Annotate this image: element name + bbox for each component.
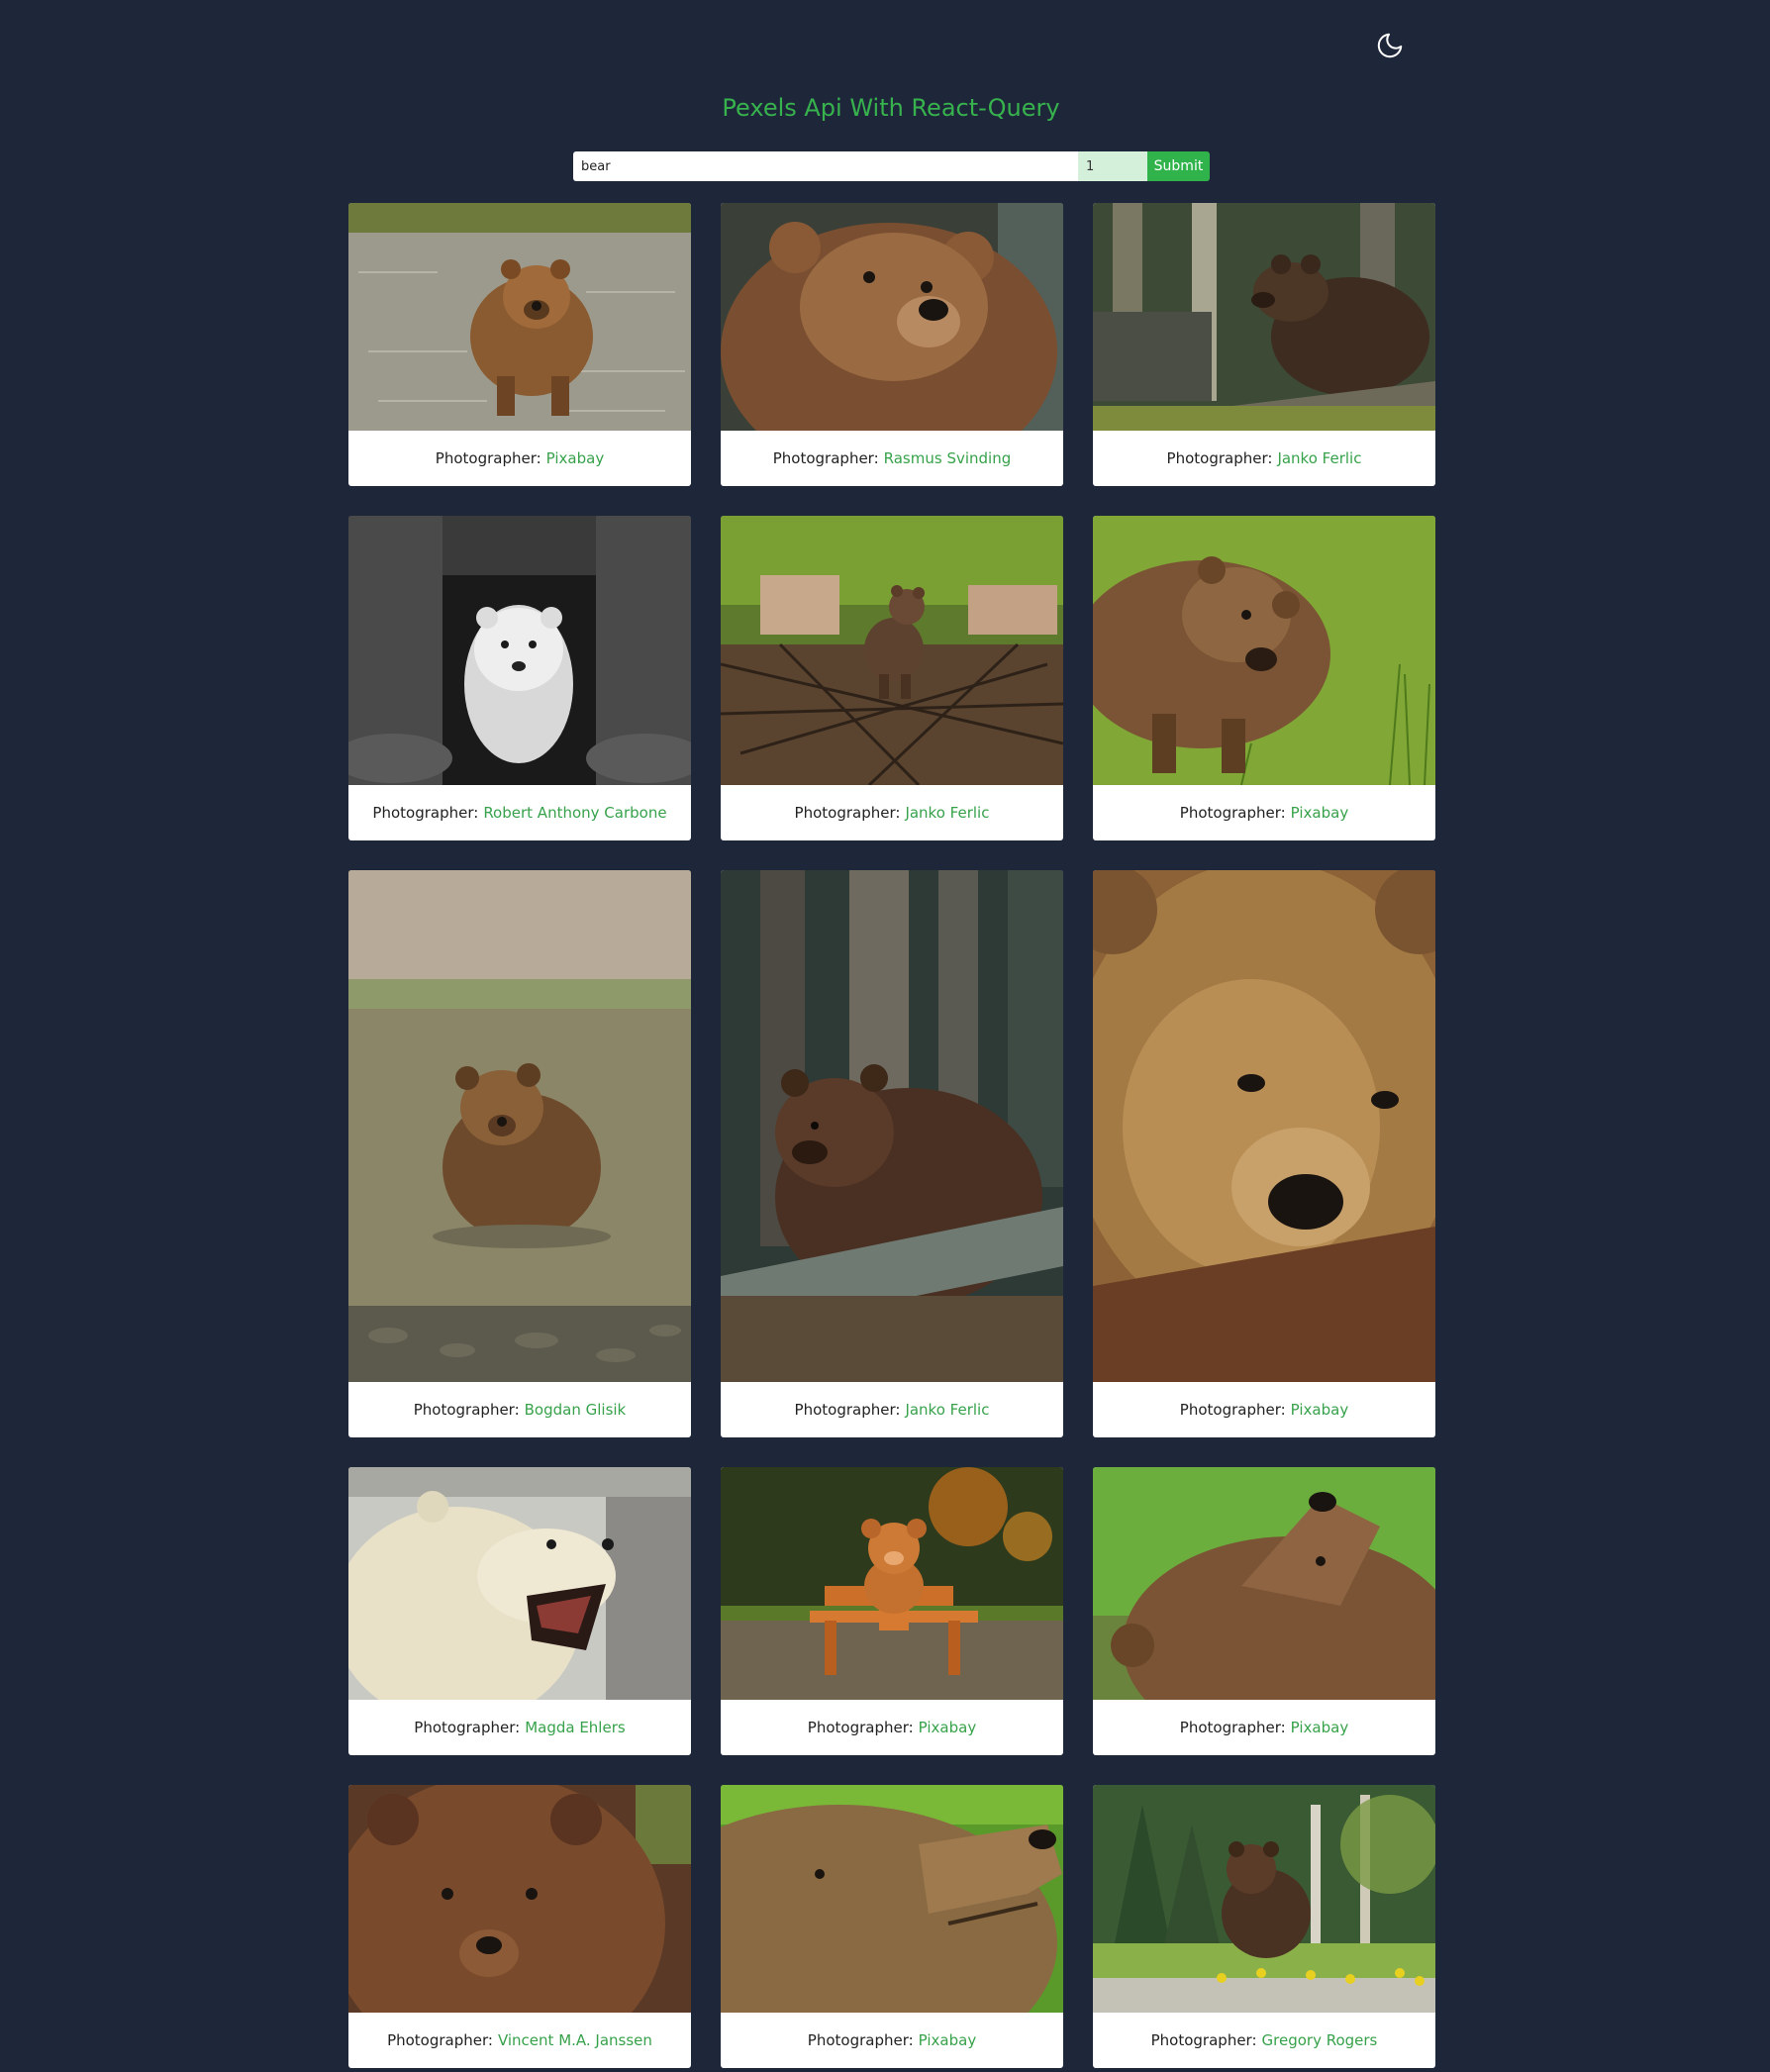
photographer-label: Photographer: <box>807 2031 914 2049</box>
photographer-label: Photographer: <box>1150 2031 1257 2049</box>
photographer-label: Photographer: <box>1179 804 1286 822</box>
gallery-column: Photographer: Janko Ferlic Photographer:… <box>1093 203 1435 2068</box>
bear-face-closeup-photo <box>1093 870 1435 1382</box>
photographer-label: Photographer: <box>1179 1401 1286 1419</box>
polar-cub-photo <box>348 516 691 785</box>
photographer-name[interactable]: Janko Ferlic <box>905 804 989 822</box>
photo-caption: Photographer: Pixabay <box>1093 785 1435 840</box>
photo-card[interactable]: Photographer: Vincent M.A. Janssen <box>348 1785 691 2068</box>
photo-caption: Photographer: Pixabay <box>1093 1382 1435 1437</box>
bear-cub-branches-photo <box>721 516 1063 785</box>
photo-caption: Photographer: Gregory Rogers <box>1093 2013 1435 2068</box>
bear-meadow-photo <box>1093 1467 1435 1700</box>
photo-card[interactable]: Photographer: Janko Ferlic <box>1093 203 1435 486</box>
moon-icon <box>1377 33 1403 58</box>
theme-toggle-button[interactable] <box>1375 31 1405 60</box>
photographer-label: Photographer: <box>435 449 541 467</box>
photo-card[interactable]: Photographer: Janko Ferlic <box>721 870 1063 1437</box>
photographer-label: Photographer: <box>772 449 879 467</box>
photographer-name[interactable]: Magda Ehlers <box>525 1719 626 1736</box>
photo-caption: Photographer: Rasmus Svinding <box>721 431 1063 486</box>
photo-caption: Photographer: Pixabay <box>721 2013 1063 2068</box>
photo-card[interactable]: Photographer: Janko Ferlic <box>721 516 1063 840</box>
photographer-label: Photographer: <box>1179 1719 1286 1736</box>
bear-looking-up-photo <box>721 203 1063 431</box>
gallery-column: Photographer: Pixabay Photographer: Robe… <box>348 203 691 2068</box>
bear-behind-trunk-photo <box>721 870 1063 1382</box>
photographer-name[interactable]: Vincent M.A. Janssen <box>498 2031 652 2049</box>
photographer-name[interactable]: Robert Anthony Carbone <box>483 804 666 822</box>
photo-caption: Photographer: Pixabay <box>721 1700 1063 1755</box>
photographer-name[interactable]: Pixabay <box>919 2031 977 2049</box>
bear-forest-edge-photo <box>1093 1785 1435 2013</box>
photographer-name[interactable]: Pixabay <box>546 449 605 467</box>
photo-card[interactable]: Photographer: Pixabay <box>1093 1467 1435 1755</box>
photographer-name[interactable]: Gregory Rogers <box>1262 2031 1378 2049</box>
bear-portrait-photo <box>348 1785 691 2013</box>
photo-caption: Photographer: Magda Ehlers <box>348 1700 691 1755</box>
photographer-name[interactable]: Pixabay <box>1291 1719 1349 1736</box>
photo-caption: Photographer: Janko Ferlic <box>721 785 1063 840</box>
page-number-input[interactable] <box>1078 151 1147 181</box>
photographer-name[interactable]: Janko Ferlic <box>1277 449 1361 467</box>
search-input[interactable] <box>573 151 1078 181</box>
photographer-label: Photographer: <box>372 804 479 822</box>
photographer-name[interactable]: Rasmus Svinding <box>884 449 1012 467</box>
photographer-name[interactable]: Pixabay <box>1291 804 1349 822</box>
photo-caption: Photographer: Vincent M.A. Janssen <box>348 2013 691 2068</box>
gallery-column: Photographer: Rasmus Svinding Photograph… <box>721 203 1063 2068</box>
photo-caption: Photographer: Janko Ferlic <box>721 1382 1063 1437</box>
photographer-label: Photographer: <box>794 1401 901 1419</box>
photo-card[interactable]: Photographer: Pixabay <box>1093 516 1435 840</box>
photo-card[interactable]: Photographer: Rasmus Svinding <box>721 203 1063 486</box>
photographer-name[interactable]: Pixabay <box>919 1719 977 1736</box>
bear-head-profile-photo <box>721 1785 1063 2013</box>
photographer-name[interactable]: Pixabay <box>1291 1401 1349 1419</box>
bear-river-photo <box>348 203 691 431</box>
photographer-name[interactable]: Bogdan Glisik <box>525 1401 627 1419</box>
photo-caption: Photographer: Pixabay <box>1093 1700 1435 1755</box>
photo-card[interactable]: Photographer: Magda Ehlers <box>348 1467 691 1755</box>
photo-card[interactable]: Photographer: Bogdan Glisik <box>348 870 691 1437</box>
bear-forest-log-photo <box>1093 203 1435 431</box>
photo-card[interactable]: Photographer: Pixabay <box>721 1467 1063 1755</box>
teddy-bear-bench-photo <box>721 1467 1063 1700</box>
photo-card[interactable]: Photographer: Pixabay <box>721 1785 1063 2068</box>
photographer-name[interactable]: Janko Ferlic <box>905 1401 989 1419</box>
bear-walking-grass-photo <box>1093 516 1435 785</box>
bear-pond-photo <box>348 870 691 1382</box>
search-form: Submit <box>573 151 1210 181</box>
submit-button[interactable]: Submit <box>1147 151 1210 181</box>
photo-caption: Photographer: Janko Ferlic <box>1093 431 1435 486</box>
photo-caption: Photographer: Robert Anthony Carbone <box>348 785 691 840</box>
photo-card[interactable]: Photographer: Pixabay <box>348 203 691 486</box>
photographer-label: Photographer: <box>387 2031 493 2049</box>
photographer-label: Photographer: <box>414 1719 521 1736</box>
page-title: Pexels Api With React-Query <box>722 94 1060 122</box>
photo-caption: Photographer: Pixabay <box>348 431 691 486</box>
photographer-label: Photographer: <box>807 1719 914 1736</box>
photographer-label: Photographer: <box>794 804 901 822</box>
photographer-label: Photographer: <box>413 1401 520 1419</box>
photo-gallery: Photographer: Pixabay Photographer: Robe… <box>348 203 1435 2068</box>
polar-bear-yawn-photo <box>348 1467 691 1700</box>
photo-card[interactable]: Photographer: Gregory Rogers <box>1093 1785 1435 2068</box>
photo-card[interactable]: Photographer: Pixabay <box>1093 870 1435 1437</box>
photographer-label: Photographer: <box>1166 449 1273 467</box>
photo-caption: Photographer: Bogdan Glisik <box>348 1382 691 1437</box>
photo-card[interactable]: Photographer: Robert Anthony Carbone <box>348 516 691 840</box>
